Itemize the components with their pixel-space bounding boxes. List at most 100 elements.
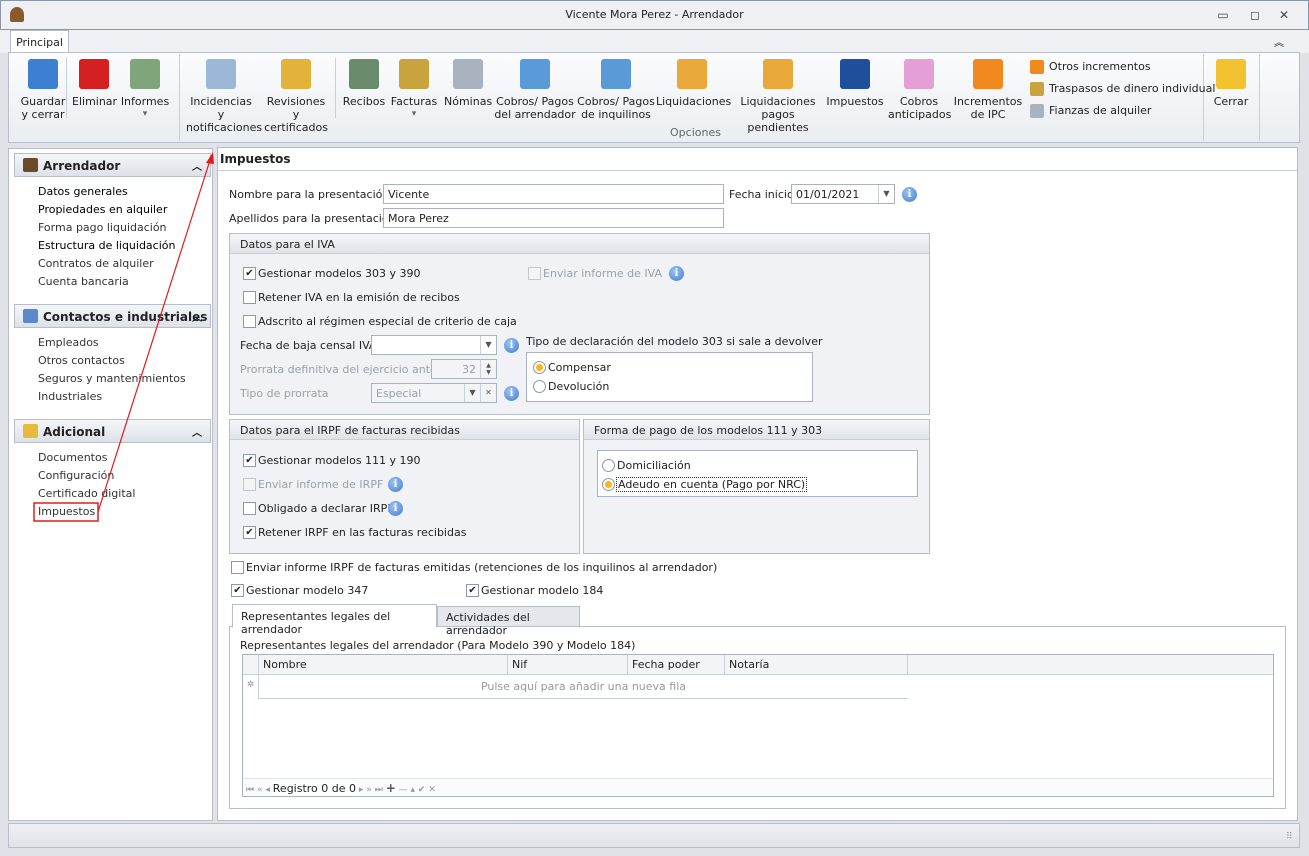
cobros_arr-button[interactable]: Cobros/ Pagos del arrendador xyxy=(494,56,576,121)
delete-record-button[interactable]: — xyxy=(399,785,408,795)
add-record-button[interactable]: + xyxy=(386,781,396,795)
chevron-down-icon[interactable]: ▼ xyxy=(464,384,480,402)
last-record-button[interactable]: ⏭ xyxy=(375,785,383,795)
post-record-button[interactable]: ✔ xyxy=(418,785,426,795)
prev-record-button[interactable]: ◂ xyxy=(265,785,270,795)
info-icon[interactable]: i xyxy=(388,501,403,516)
obligado-irpf-checkbox[interactable] xyxy=(243,502,256,515)
ribbon-tab-principal[interactable]: Principal xyxy=(10,30,69,53)
prorrata-spinner[interactable]: 32 ▲ ▼ xyxy=(431,359,497,379)
nominas-button[interactable]: Nóminas xyxy=(444,56,492,108)
sidebar-item[interactable]: Industriales xyxy=(38,390,102,403)
sidebar-section-0[interactable]: Arrendador ︿ xyxy=(14,153,211,177)
apellidos-input[interactable]: Mora Perez xyxy=(383,208,724,228)
liq_pend-button[interactable]: Liquidaciones pagos pendientes xyxy=(732,56,824,134)
retener-iva-checkbox[interactable] xyxy=(243,291,256,304)
collapse-ribbon-button[interactable]: ︽ xyxy=(1274,34,1284,49)
adscrito-checkbox[interactable] xyxy=(243,315,256,328)
facturas-button[interactable]: Facturas ▾ xyxy=(390,56,438,121)
small-button-2[interactable]: Fianzas de alquiler xyxy=(1030,104,1151,118)
sidebar-item[interactable]: Datos generales xyxy=(38,185,128,198)
chevron-down-icon[interactable]: ▼ xyxy=(480,336,496,354)
obligado-irpf-label: Obligado a declarar IRPF xyxy=(258,502,394,515)
clear-icon[interactable]: ✕ xyxy=(480,384,496,402)
column-header-nif[interactable]: Nif xyxy=(508,655,628,675)
column-header-fecha-poder[interactable]: Fecha poder xyxy=(628,655,725,675)
sidebar-item[interactable]: Estructura de liquidación xyxy=(38,239,175,252)
gestionar-303-390-checkbox[interactable]: ✔ xyxy=(243,267,256,280)
sidebar-section-2[interactable]: Adicional ︿ xyxy=(14,419,211,443)
info-icon[interactable]: i xyxy=(669,266,684,281)
next-record-button[interactable]: ▸ xyxy=(359,785,364,795)
revisiones-button[interactable]: Revisiones y certificados xyxy=(262,56,330,134)
chevron-up-icon[interactable]: ︿ xyxy=(192,158,202,173)
gestionar-111-190-checkbox[interactable]: ✔ xyxy=(243,454,256,467)
modelo-347-checkbox[interactable]: ✔ xyxy=(231,584,244,597)
sidebar-item[interactable]: Forma pago liquidación xyxy=(38,221,167,234)
edit-record-button[interactable]: ▴ xyxy=(411,785,416,795)
enviar-irpf-emitidas-checkbox[interactable] xyxy=(231,561,244,574)
recibos-button[interactable]: Recibos xyxy=(342,56,386,108)
chevron-down-icon[interactable]: ▼ xyxy=(878,185,894,203)
impuestos-button[interactable]: Impuestos xyxy=(826,56,884,108)
domiciliacion-radio[interactable] xyxy=(602,459,615,472)
tab-actividades[interactable]: Actividades del arrendador xyxy=(437,606,580,637)
cobros_ant-button[interactable]: Cobros anticipados xyxy=(888,56,951,121)
sidebar-item[interactable]: Cuenta bancaria xyxy=(38,275,129,288)
info-icon[interactable]: i xyxy=(388,477,403,492)
chevron-up-icon[interactable]: ︿ xyxy=(192,424,202,439)
sidebar-item[interactable]: Configuración xyxy=(38,469,114,482)
spinner-arrows-icon[interactable]: ▲ ▼ xyxy=(480,360,496,378)
small-button-0[interactable]: Otros incrementos xyxy=(1030,60,1151,74)
new-row-button[interactable]: Pulse aquí para añadir una nueva fila xyxy=(259,675,908,699)
sidebar-item[interactable]: Contratos de alquiler xyxy=(38,257,154,270)
sidebar-item[interactable]: Empleados xyxy=(38,336,99,349)
eliminar-button[interactable]: Eliminar xyxy=(72,56,117,108)
liquidaciones-button[interactable]: Liquidaciones xyxy=(656,56,731,108)
sidebar-item[interactable]: Certificado digital xyxy=(38,487,135,500)
info-icon[interactable]: i xyxy=(902,187,917,202)
sidebar-item[interactable]: Otros contactos xyxy=(38,354,125,367)
modelo-184-checkbox[interactable]: ✔ xyxy=(466,584,479,597)
cancel-record-button[interactable]: ✕ xyxy=(428,785,436,795)
ribbon-tab-strip xyxy=(0,30,1309,53)
incrementos-button[interactable]: Incrementos de IPC xyxy=(952,56,1024,121)
adeudo-radio[interactable] xyxy=(602,478,615,491)
cobros_inq-button[interactable]: Cobros/ Pagos de inquilinos xyxy=(576,56,656,121)
fecha-inicio-label: Fecha inicio: xyxy=(729,188,798,201)
nombre-input[interactable]: Vicente xyxy=(383,184,724,204)
receipt-icon xyxy=(349,59,379,89)
info-icon[interactable]: i xyxy=(504,386,519,401)
calendar-icon xyxy=(453,59,483,89)
next-page-button[interactable]: » xyxy=(366,785,372,795)
small-button-1[interactable]: Traspasos de dinero individual xyxy=(1030,82,1215,96)
tipo-prorrata-select[interactable]: Especial ▼ ✕ xyxy=(371,383,497,403)
informes-button[interactable]: Informes ▾ xyxy=(118,56,172,121)
chevron-up-icon[interactable]: ︿ xyxy=(192,309,202,324)
tab-representantes[interactable]: Representantes legales del arrendador xyxy=(232,604,437,636)
info-icon[interactable]: i xyxy=(504,338,519,353)
fecha-baja-input[interactable]: ▼ xyxy=(371,335,497,355)
compensar-radio[interactable] xyxy=(533,361,546,374)
sidebar-section-1[interactable]: Contactos e industriales ︿ xyxy=(14,304,211,328)
button-label: Cerrar xyxy=(1213,95,1249,108)
column-header-nombre[interactable]: Nombre xyxy=(259,655,508,675)
column-header-notaria[interactable]: Notaría xyxy=(725,655,908,675)
guardar-button[interactable]: Guardar y cerrar xyxy=(14,56,72,121)
enviar-iva-checkbox[interactable] xyxy=(528,267,541,280)
sidebar-item[interactable]: Propiedades en alquiler xyxy=(38,203,167,216)
sidebar-item[interactable]: Seguros y mantenimientos xyxy=(38,372,186,385)
fecha-inicio-input[interactable]: 01/01/2021 ▼ xyxy=(791,184,895,204)
prev-page-button[interactable]: « xyxy=(257,785,263,795)
close-button[interactable]: ✕ xyxy=(1276,8,1292,22)
sidebar-item[interactable]: Documentos xyxy=(38,451,107,464)
resize-grip-icon[interactable]: ⠿ xyxy=(1286,832,1293,842)
minimize-button[interactable]: ▭ xyxy=(1215,8,1231,22)
incidencias-button[interactable]: Incidencias y notificaciones xyxy=(186,56,262,134)
first-record-button[interactable]: ⏮ xyxy=(246,785,254,795)
sidebar-item[interactable]: Impuestos xyxy=(38,505,95,518)
enviar-irpf-checkbox[interactable] xyxy=(243,478,256,491)
devolucion-radio[interactable] xyxy=(533,380,546,393)
restore-button[interactable]: ◻ xyxy=(1247,8,1263,22)
retener-irpf-checkbox[interactable]: ✔ xyxy=(243,526,256,539)
